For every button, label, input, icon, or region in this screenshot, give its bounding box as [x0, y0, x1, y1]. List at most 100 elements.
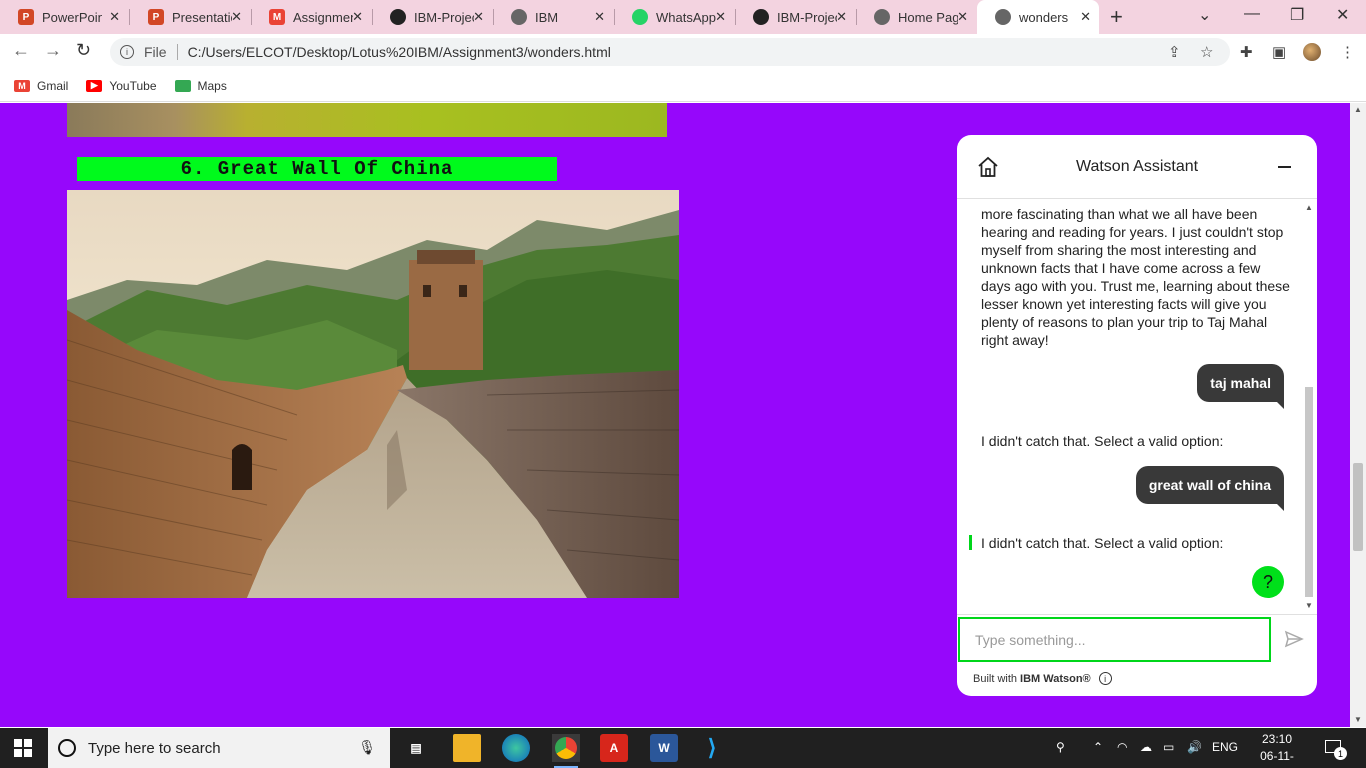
- close-tab-icon[interactable]: ✕: [715, 9, 726, 25]
- tab-label: PowerPoint: [42, 9, 102, 25]
- bookmark-item[interactable]: Maps: [174, 78, 227, 93]
- browser-tab[interactable]: M Assignmen ✕: [251, 0, 371, 34]
- focus-indicator: [969, 535, 972, 550]
- browser-tab[interactable]: Home Pag ✕: [856, 0, 976, 34]
- browser-toolbar: ← → ↻ i File C:/Users/ELCOT/Desktop/Lotu…: [0, 34, 1366, 70]
- tab-label: IBM-Projec: [777, 9, 837, 25]
- browser-tab[interactable]: IBM-Projec ✕: [372, 0, 492, 34]
- profile-avatar[interactable]: [1303, 43, 1321, 61]
- acrobat-icon[interactable]: A: [600, 734, 628, 762]
- maximize-button[interactable]: ❐: [1290, 5, 1304, 25]
- wifi-icon[interactable]: ◠: [1117, 740, 1127, 754]
- minimize-chat-icon[interactable]: [1278, 166, 1291, 168]
- reload-icon[interactable]: ↻: [76, 40, 91, 61]
- bookmark-item[interactable]: M Gmail: [14, 79, 68, 93]
- tab-search-icon[interactable]: ⌄: [1198, 5, 1211, 25]
- globe-icon: [874, 9, 890, 25]
- chevron-up-icon[interactable]: ⌃: [1093, 740, 1103, 754]
- browser-tab[interactable]: P Presentatio ✕: [130, 0, 250, 34]
- address-bar[interactable]: i File C:/Users/ELCOT/Desktop/Lotus%20IB…: [110, 38, 1230, 66]
- browser-tab[interactable]: wonders ✕: [977, 0, 1099, 34]
- watson-assistant-panel: Watson Assistant more fascinating than w…: [957, 135, 1317, 696]
- edge-icon[interactable]: [502, 734, 530, 762]
- close-tab-icon[interactable]: ✕: [109, 9, 120, 25]
- watson-title: Watson Assistant: [1075, 158, 1199, 175]
- close-tab-icon[interactable]: ✕: [836, 9, 847, 25]
- close-tab-icon[interactable]: ✕: [352, 9, 363, 25]
- user-message: great wall of china: [1135, 466, 1285, 511]
- close-tab-icon[interactable]: ✕: [1080, 9, 1091, 25]
- side-panel-icon[interactable]: ▣: [1272, 43, 1286, 61]
- help-button[interactable]: ?: [1252, 566, 1284, 598]
- github-icon: [390, 9, 406, 25]
- close-tab-icon[interactable]: ✕: [473, 9, 484, 25]
- word-icon[interactable]: W: [650, 734, 678, 762]
- close-tab-icon[interactable]: ✕: [594, 9, 605, 25]
- taskbar-search-text: Type here to search: [88, 739, 221, 757]
- task-view-icon[interactable]: ▤: [402, 734, 430, 762]
- chrome-icon[interactable]: [552, 734, 580, 768]
- clock-date: 06-11-2022: [1260, 749, 1294, 768]
- file-explorer-icon[interactable]: [453, 734, 481, 762]
- github-icon: [753, 9, 769, 25]
- bookmark-item[interactable]: ▶ YouTube: [86, 79, 157, 93]
- close-tab-icon[interactable]: ✕: [231, 9, 242, 25]
- gmail-icon: M: [269, 9, 285, 25]
- share-icon[interactable]: ⇪: [1168, 43, 1181, 61]
- start-button[interactable]: [14, 739, 32, 757]
- scrollbar-thumb[interactable]: [1353, 463, 1363, 551]
- clock[interactable]: 23:10 06-11-2022: [1250, 731, 1304, 768]
- clock-time: 23:10: [1261, 732, 1293, 746]
- bot-message: more fascinating than what we all have b…: [981, 206, 1290, 348]
- forward-icon[interactable]: →: [44, 40, 62, 61]
- minimize-button[interactable]: —: [1244, 5, 1260, 23]
- scroll-up-arrow[interactable]: ▲: [1354, 105, 1362, 114]
- close-window-button[interactable]: ✕: [1336, 5, 1349, 25]
- bookmark-label: Maps: [197, 78, 227, 93]
- back-icon[interactable]: ←: [12, 40, 30, 61]
- bookmarks-bar: M Gmail ▶ YouTube Maps: [0, 70, 1366, 102]
- tab-label: Assignmen: [293, 9, 353, 25]
- info-icon[interactable]: i: [120, 45, 134, 59]
- chat-scrollbar-thumb[interactable]: [1305, 387, 1313, 597]
- vscode-icon[interactable]: ⟩: [698, 734, 726, 762]
- windows-taskbar: Type here to search 🎙 ▤ A W ⟩ ⚲ ⌃ ◠ ☁ ▭ …: [0, 728, 1366, 768]
- cloud-icon[interactable]: ☁: [1140, 740, 1152, 754]
- send-icon[interactable]: [1284, 629, 1304, 649]
- chat-input-area: [957, 614, 1317, 664]
- browser-tab[interactable]: IBM-Projec ✕: [735, 0, 855, 34]
- chat-scroll-down-arrow[interactable]: ▼: [1305, 601, 1313, 610]
- new-tab-button[interactable]: +: [1110, 4, 1123, 30]
- volume-icon[interactable]: 🔊: [1187, 740, 1202, 754]
- address-scheme: File: [144, 44, 167, 60]
- extensions-icon[interactable]: ✚: [1240, 43, 1253, 61]
- tab-label: IBM: [535, 9, 559, 25]
- browser-tab[interactable]: P PowerPoint ✕: [0, 0, 128, 34]
- footer-prefix: Built with: [973, 672, 1018, 685]
- battery-icon[interactable]: ▭: [1163, 740, 1174, 754]
- powerpoint-icon: P: [18, 9, 34, 25]
- footer-brand: IBM Watson®: [1020, 672, 1091, 685]
- powerpoint-icon: P: [148, 9, 164, 25]
- language-indicator[interactable]: ENG: [1212, 740, 1238, 754]
- chat-scroll-up-arrow[interactable]: ▲: [1305, 203, 1313, 212]
- close-tab-icon[interactable]: ✕: [957, 9, 968, 25]
- taskbar-search[interactable]: Type here to search 🎙: [48, 728, 390, 768]
- scroll-down-arrow[interactable]: ▼: [1354, 715, 1362, 724]
- chat-scrollbar[interactable]: ▲ ▼: [1302, 199, 1317, 614]
- info-icon[interactable]: i: [1098, 672, 1112, 685]
- menu-icon[interactable]: ⋮: [1340, 43, 1355, 61]
- tab-label: IBM-Projec: [414, 9, 474, 25]
- browser-tab[interactable]: WhatsApp ✕: [614, 0, 734, 34]
- tab-label: Home Pag: [898, 9, 958, 25]
- maps-icon: [174, 79, 191, 92]
- page-scrollbar[interactable]: ▲ ▼: [1350, 103, 1366, 727]
- chat-message-input[interactable]: [958, 617, 1271, 662]
- bookmark-label: Gmail: [37, 78, 69, 93]
- microphone-icon[interactable]: 🎙: [358, 739, 376, 756]
- address-url[interactable]: C:/Users/ELCOT/Desktop/Lotus%20IBM/Assig…: [188, 44, 611, 60]
- bookmark-star-icon[interactable]: ☆: [1200, 43, 1213, 61]
- browser-tab[interactable]: IBM ✕: [493, 0, 613, 34]
- people-icon[interactable]: ⚲: [1056, 740, 1065, 754]
- tab-strip: P PowerPoint ✕ P Presentatio ✕ M Assignmen ✕ IBM-…: [0, 0, 1366, 34]
